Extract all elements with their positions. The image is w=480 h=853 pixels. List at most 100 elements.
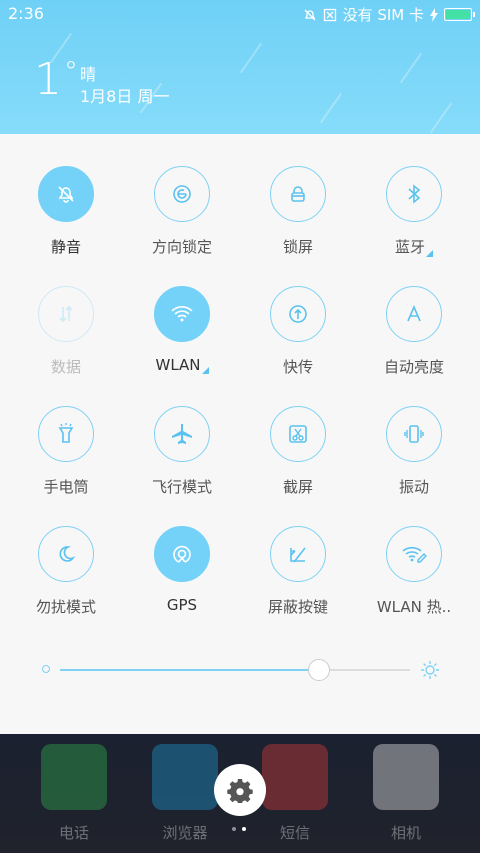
tile-label: 数据 xyxy=(50,358,81,376)
brightness-track[interactable] xyxy=(60,659,410,681)
wifi-icon xyxy=(171,306,193,322)
tile-label: 振动 xyxy=(398,478,429,496)
vibrate-toggle[interactable] xyxy=(386,406,442,462)
gear-icon xyxy=(227,779,253,803)
phone-app-icon[interactable] xyxy=(41,744,107,810)
tile-bluetooth[interactable]: 蓝牙 xyxy=(356,166,472,257)
tile-label: 飞行模式 xyxy=(151,478,212,496)
brightness-slider[interactable] xyxy=(38,658,442,682)
tile-label: 勿扰模式 xyxy=(35,598,96,616)
moon-icon xyxy=(59,546,76,562)
brightness-thumb[interactable] xyxy=(308,659,330,681)
tile-label: WLAN xyxy=(124,356,240,374)
airplane-icon xyxy=(172,424,192,444)
page-indicator xyxy=(232,827,246,831)
status-icons: 没有 SIM 卡 xyxy=(303,4,475,25)
brightness-high-icon xyxy=(421,661,439,679)
bluetooth-icon xyxy=(408,184,421,204)
page-dot-active xyxy=(242,827,246,831)
bluetooth-toggle[interactable] xyxy=(386,166,442,222)
tile-airplane-mode[interactable]: 飞行模式 xyxy=(124,406,240,497)
gps-toggle[interactable] xyxy=(154,526,210,582)
flashlight-icon xyxy=(58,423,74,443)
auto-brightness-toggle[interactable] xyxy=(386,286,442,342)
mobile-data-icon xyxy=(59,305,73,323)
tile-hotspot[interactable]: WLAN 热.. xyxy=(356,526,472,617)
tile-label: 屏蔽按键 xyxy=(267,598,328,616)
dock-label-browser: 浏览器 xyxy=(162,824,208,842)
rotation-lock-icon xyxy=(173,185,191,203)
tile-auto-brightness[interactable]: 自动亮度 xyxy=(356,286,472,377)
block-keys-toggle[interactable] xyxy=(270,526,326,582)
tile-gps[interactable]: GPS xyxy=(124,526,240,614)
mobile-data-toggle[interactable] xyxy=(38,286,94,342)
home-dock: 电话 浏览器 短信 相机 xyxy=(0,734,480,853)
sim-off-icon xyxy=(323,8,336,21)
settings-button[interactable] xyxy=(214,764,266,816)
wlan-toggle[interactable] xyxy=(154,286,210,342)
tile-flashlight[interactable]: 手电筒 xyxy=(8,406,124,497)
tile-label: 方向锁定 xyxy=(151,238,212,256)
weather-date: 1月8日 周一 xyxy=(80,87,170,106)
tile-screenshot[interactable]: 截屏 xyxy=(240,406,356,497)
dock-label-message: 短信 xyxy=(279,824,310,842)
tile-rotation-lock[interactable]: 方向锁定 xyxy=(124,166,240,257)
brightness-fill xyxy=(60,669,319,671)
message-app-icon[interactable] xyxy=(262,744,328,810)
block-keys-icon xyxy=(290,547,306,563)
weather-header: 2:36 没有 SIM 卡 1° 晴 1月8日 周一 xyxy=(0,0,480,134)
auto-brightness-icon xyxy=(407,304,421,322)
tile-label: 锁屏 xyxy=(282,238,313,256)
screenshot-icon xyxy=(289,425,307,443)
browser-app-icon[interactable] xyxy=(152,744,218,810)
screenshot-button[interactable] xyxy=(270,406,326,462)
quick-send-button[interactable] xyxy=(270,286,326,342)
tile-label: 自动亮度 xyxy=(383,358,444,376)
flashlight-toggle[interactable] xyxy=(38,406,94,462)
tile-label: WLAN 热.. xyxy=(376,598,452,616)
tile-do-not-disturb[interactable]: 勿扰模式 xyxy=(8,526,124,617)
dock-label-phone: 电话 xyxy=(58,824,89,842)
tile-block-keys[interactable]: 屏蔽按键 xyxy=(240,526,356,617)
tile-lock-screen[interactable]: 锁屏 xyxy=(240,166,356,257)
bell-off-icon xyxy=(58,186,74,203)
brightness-low-icon xyxy=(42,665,50,673)
tile-label: 截屏 xyxy=(282,478,313,496)
lock-icon xyxy=(291,186,305,202)
bell-off-icon xyxy=(304,9,316,20)
rotation-lock-toggle[interactable] xyxy=(154,166,210,222)
mute-toggle[interactable] xyxy=(38,166,94,222)
tile-vibrate[interactable]: 振动 xyxy=(356,406,472,497)
tile-label: 快传 xyxy=(282,358,313,376)
temperature: 1° xyxy=(34,54,78,105)
tile-quick-send[interactable]: 快传 xyxy=(240,286,356,377)
weather-info: 晴 1月8日 周一 xyxy=(80,64,169,108)
dock-label-camera: 相机 xyxy=(390,824,421,842)
phone-screen: 2:36 没有 SIM 卡 1° 晴 1月8日 周一 静音 方向锁定 锁屏 蓝牙… xyxy=(0,0,480,853)
do-not-disturb-toggle[interactable] xyxy=(38,526,94,582)
tile-label: 蓝牙 xyxy=(356,236,472,257)
hotspot-icon xyxy=(402,546,427,563)
tile-label: GPS xyxy=(166,596,198,614)
hotspot-toggle[interactable] xyxy=(386,526,442,582)
gps-icon xyxy=(173,545,191,563)
expand-triangle-icon xyxy=(201,367,209,374)
vibrate-icon xyxy=(404,425,424,443)
status-time: 2:36 xyxy=(8,4,44,23)
tile-label: 手电筒 xyxy=(43,478,89,496)
tile-mobile-data[interactable]: 数据 xyxy=(8,286,124,377)
page-dot xyxy=(232,827,236,831)
camera-app-icon[interactable] xyxy=(373,744,439,810)
weather-condition: 晴 xyxy=(80,65,97,84)
charging-icon xyxy=(430,7,438,22)
tile-wlan[interactable]: WLAN xyxy=(124,286,240,374)
tile-mute[interactable]: 静音 xyxy=(8,166,124,257)
quick-settings-panel: 静音 方向锁定 锁屏 蓝牙 数据 WLAN 快传 自动亮度 手电筒 飞行模式 截… xyxy=(0,134,480,734)
quick-send-icon xyxy=(289,305,307,323)
airplane-mode-toggle[interactable] xyxy=(154,406,210,462)
battery-icon xyxy=(444,8,475,21)
lock-screen-button[interactable] xyxy=(270,166,326,222)
expand-triangle-icon xyxy=(426,250,433,257)
carrier-text: 没有 SIM 卡 xyxy=(342,6,424,24)
tile-label: 静音 xyxy=(50,238,81,256)
